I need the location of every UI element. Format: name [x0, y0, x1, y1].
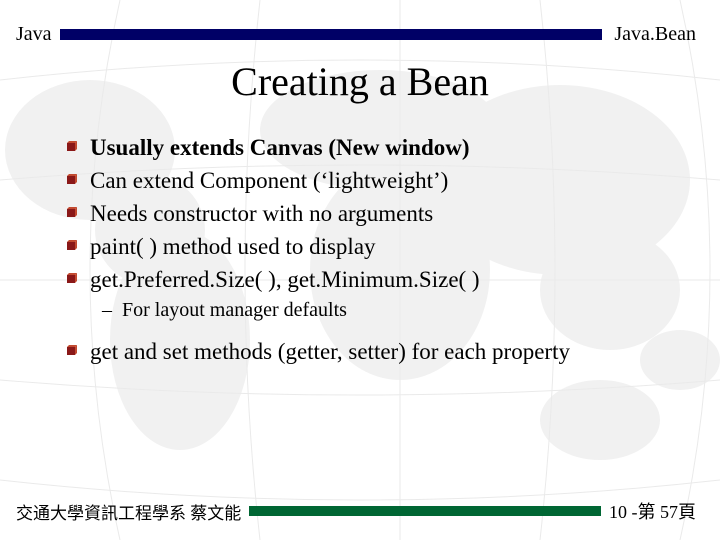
cube-bullet-icon — [64, 272, 78, 286]
slide-body: Usually extends Canvas (New window) Can … — [64, 130, 680, 369]
bullet-level-1: paint( ) method used to display — [64, 231, 680, 262]
bullet-level-1: Can extend Component (‘lightweight’) — [64, 165, 680, 196]
footer-bar: 交通大學資訊工程學系 蔡文能 10 -第 57頁 — [16, 500, 696, 522]
cube-bullet-icon — [64, 173, 78, 187]
header-rule — [60, 29, 603, 40]
bullet-text: For layout manager defaults — [122, 297, 347, 324]
dash-bullet-icon: – — [102, 297, 112, 324]
bullet-text: Usually extends Canvas (New window) — [90, 132, 470, 163]
bullet-text: get and set methods (getter, setter) for… — [90, 336, 570, 367]
bullet-text: get.Preferred.Size( ), get.Minimum.Size(… — [90, 264, 480, 295]
cube-bullet-icon — [64, 140, 78, 154]
header-right-text: Java.Bean — [614, 23, 696, 46]
bullet-level-1: get.Preferred.Size( ), get.Minimum.Size(… — [64, 264, 680, 295]
header-left-text: Java — [16, 23, 52, 46]
bullet-text: Can extend Component (‘lightweight’) — [90, 165, 448, 196]
bullet-level-1: Needs constructor with no arguments — [64, 198, 680, 229]
bullet-text: paint( ) method used to display — [90, 231, 376, 262]
bullet-level-2: –For layout manager defaults — [102, 297, 680, 324]
cube-bullet-icon — [64, 344, 78, 358]
slide: Java Java.Bean Creating a Bean Usually e… — [0, 0, 720, 540]
bullet-level-1: get and set methods (getter, setter) for… — [64, 336, 680, 367]
bullet-level-1: Usually extends Canvas (New window) — [64, 132, 680, 163]
footer-left-text: 交通大學資訊工程學系 蔡文能 — [16, 499, 241, 524]
cube-bullet-icon — [64, 239, 78, 253]
header-bar: Java Java.Bean — [16, 22, 696, 46]
bullet-text: Needs constructor with no arguments — [90, 198, 433, 229]
footer-rule — [249, 506, 601, 516]
cube-bullet-icon — [64, 206, 78, 220]
footer-right-text: 10 -第 57頁 — [609, 498, 696, 524]
slide-title: Creating a Bean — [0, 58, 720, 105]
